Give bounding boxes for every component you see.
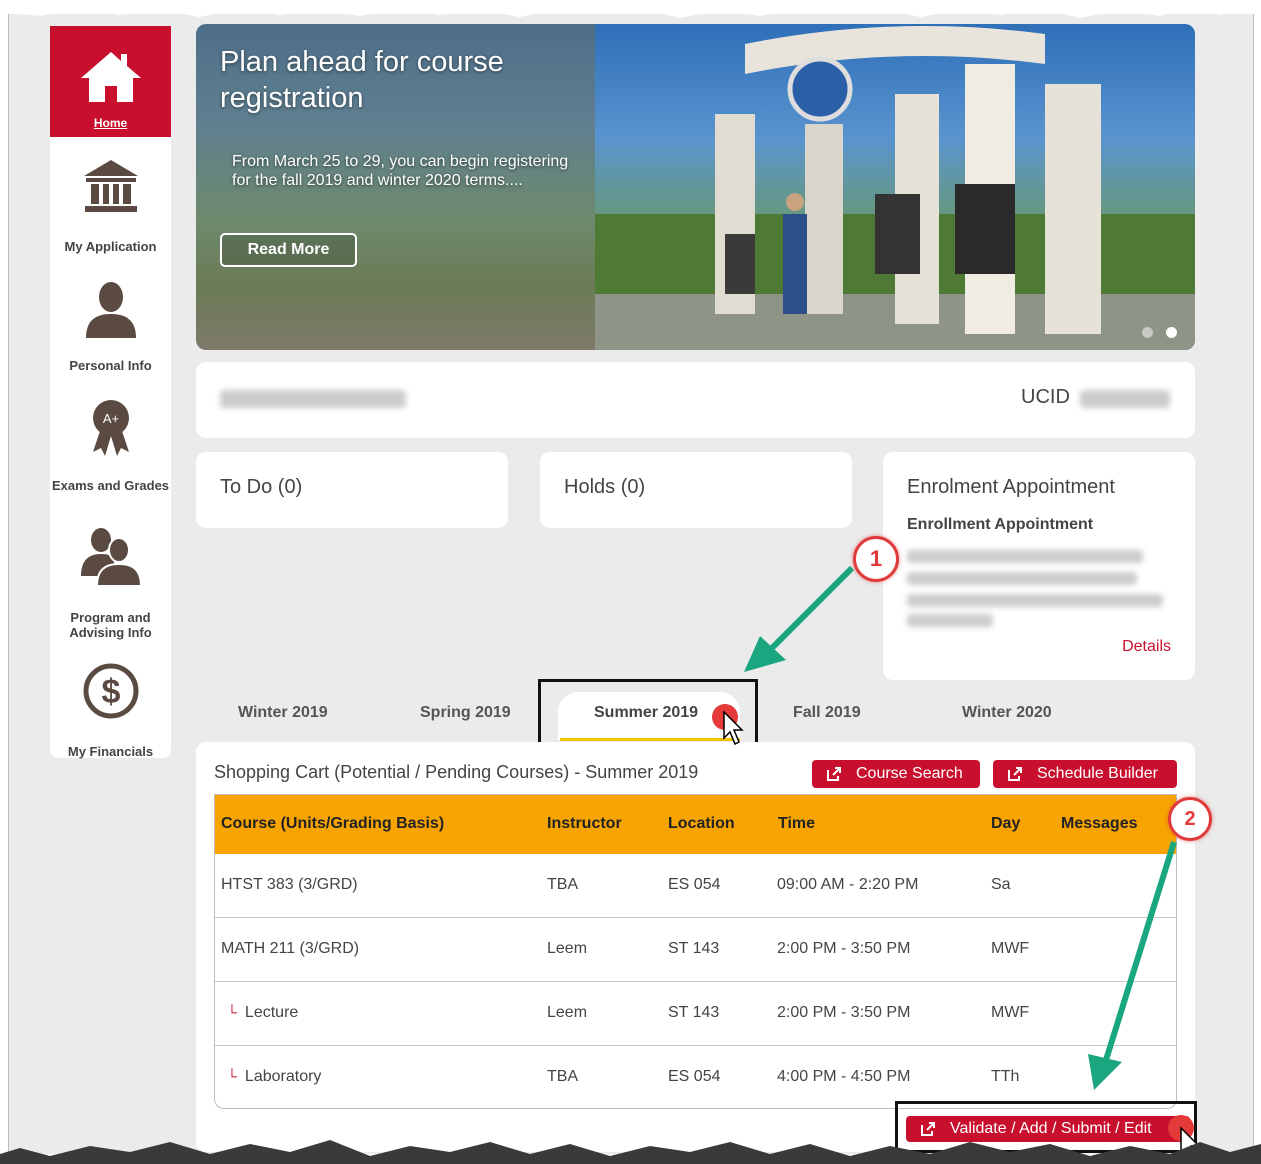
shopping-cart-panel: Shopping Cart (Potential / Pending Cours… [196,742,1195,1152]
cell-time: 4:00 PM - 4:50 PM [777,1068,911,1085]
enrolment-appointment-card: Enrolment Appointment Enrollment Appoint… [883,452,1195,680]
sub-row-label: Lecture [244,1004,299,1021]
torn-edge-top [0,0,1261,18]
enrolment-title: Enrolment Appointment [907,476,1115,498]
column-header-location: Location [668,815,735,832]
banner-carousel: Plan ahead for course registration From … [196,24,1195,350]
cell-location: ST 143 [668,1004,720,1021]
cell-location: ST 143 [668,940,720,957]
carousel-dot-2[interactable] [1166,327,1177,338]
tab-spring-2019[interactable]: Spring 2019 [420,704,511,722]
banner-body: From March 25 to 29, you can begin regis… [232,153,569,189]
person-icon [85,282,136,338]
redacted-text-line [907,614,993,627]
cell-location: ES 054 [668,876,721,893]
cart-title: Shopping Cart (Potential / Pending Cours… [214,762,699,782]
todo-title: To Do (0) [220,476,303,498]
holds-title: Holds (0) [564,476,646,498]
column-header-time: Time [778,815,816,832]
cell-time: 2:00 PM - 3:50 PM [777,1004,911,1021]
sidebar-item-label: Personal Info [69,358,152,373]
sidebar-item-personal-info[interactable]: Personal Info [50,280,171,373]
cell-instructor: Leem [547,1004,588,1021]
tab-winter-2019[interactable]: Winter 2019 [238,704,328,722]
ucid-label: UCID [1021,386,1070,408]
external-link-icon [1008,767,1022,781]
redacted-text-line [907,572,1137,585]
sub-row-label: Laboratory [244,1068,322,1085]
callout-number-2: 2 [1168,797,1212,841]
award-ribbon-icon: A+ [92,400,129,456]
sidebar-item-label: My Application [64,239,157,254]
cell-time: 09:00 AM - 2:20 PM [777,876,919,893]
button-label: Course Search [856,765,963,782]
sub-row-marker: └ [227,1004,237,1020]
banner-photo-campus [595,24,1195,350]
advisors-icon [80,528,142,586]
sidebar-item-label: Home [93,116,128,130]
redacted-text-line [907,594,1163,607]
callout-number-1: 1 [853,536,899,582]
cell-course: HTST 383 (3/GRD) [221,876,358,893]
torn-edge-bottom [0,1140,1261,1164]
svg-text:$: $ [101,673,120,711]
sidebar-item-label: My Financials [67,744,154,759]
table-row: HTST 383 (3/GRD) TBA ES 054 09:00 AM - 2… [215,854,1176,918]
column-header-course: Course (Units/Grading Basis) [221,815,445,832]
schedule-builder-button[interactable]: Schedule Builder [993,760,1177,788]
tab-winter-2020[interactable]: Winter 2020 [962,704,1052,722]
sidebar-item-exams-grades[interactable]: A+ Exams and Grades [50,398,171,493]
home-icon [80,52,141,102]
cell-day: Sa [991,876,1011,893]
carousel-dot-1[interactable] [1142,327,1153,338]
table-header: Course (Units/Grading Basis) Instructor … [215,795,1176,854]
cell-day: MWF [991,940,1030,957]
todo-card[interactable]: To Do (0) [196,452,508,528]
sidebar-item-my-financials[interactable]: $ My Financials [50,662,171,759]
dollar-icon: $ [83,663,138,719]
details-link[interactable]: Details [1122,638,1171,656]
table-row-sub: └ Laboratory TBA ES 054 4:00 PM - 4:50 PM… [215,1046,1176,1108]
read-more-button[interactable]: Read More [220,233,357,267]
table-row-sub: └ Lecture Leem ST 143 2:00 PM - 3:50 PM M… [215,982,1176,1046]
sidebar-item-home[interactable]: Home [50,26,171,137]
redacted-text-line [907,550,1143,563]
sidebar-item-label: Program and Advising Info [69,610,152,640]
column-header-messages: Messages [1061,815,1138,832]
cell-day: MWF [991,1004,1030,1021]
cell-time: 2:00 PM - 3:50 PM [777,940,911,957]
holds-card[interactable]: Holds (0) [540,452,852,528]
course-search-button[interactable]: Course Search [812,760,980,788]
enrolment-subtitle: Enrollment Appointment [907,516,1094,533]
cell-course: └ Lecture [227,1004,298,1022]
cell-instructor: TBA [547,876,579,893]
cell-course: └ Laboratory [227,1068,321,1086]
institution-icon [83,160,138,212]
sidebar-item-label: Exams and Grades [51,478,170,493]
column-header-instructor: Instructor [547,815,622,832]
redacted-ucid [1080,390,1170,408]
profile-card: UCID [196,362,1195,438]
cell-instructor: TBA [547,1068,579,1085]
sidebar: Home My Application Personal Info A+ Exa… [50,26,171,759]
campus-arch-illustration [595,26,1195,350]
table-row: MATH 211 (3/GRD) Leem ST 143 2:00 PM - 3… [215,918,1176,982]
redacted-name [220,390,406,408]
banner-title: Plan ahead for course registration [220,46,504,114]
cell-course: MATH 211 (3/GRD) [221,940,360,957]
sidebar-item-my-application[interactable]: My Application [50,158,171,254]
svg-text:A+: A+ [102,411,118,426]
cell-day: TTh [991,1068,1020,1085]
external-link-icon [827,767,841,781]
sidebar-item-program-advising[interactable]: Program and Advising Info [50,526,171,640]
tab-fall-2019[interactable]: Fall 2019 [793,704,861,722]
column-header-day: Day [991,815,1021,832]
cell-instructor: Leem [547,940,588,957]
cell-location: ES 054 [668,1068,721,1085]
button-label: Schedule Builder [1037,765,1158,782]
cart-table: Course (Units/Grading Basis) Instructor … [214,794,1177,1109]
sub-row-marker: └ [227,1068,237,1084]
click-indicator-dot [712,704,738,730]
